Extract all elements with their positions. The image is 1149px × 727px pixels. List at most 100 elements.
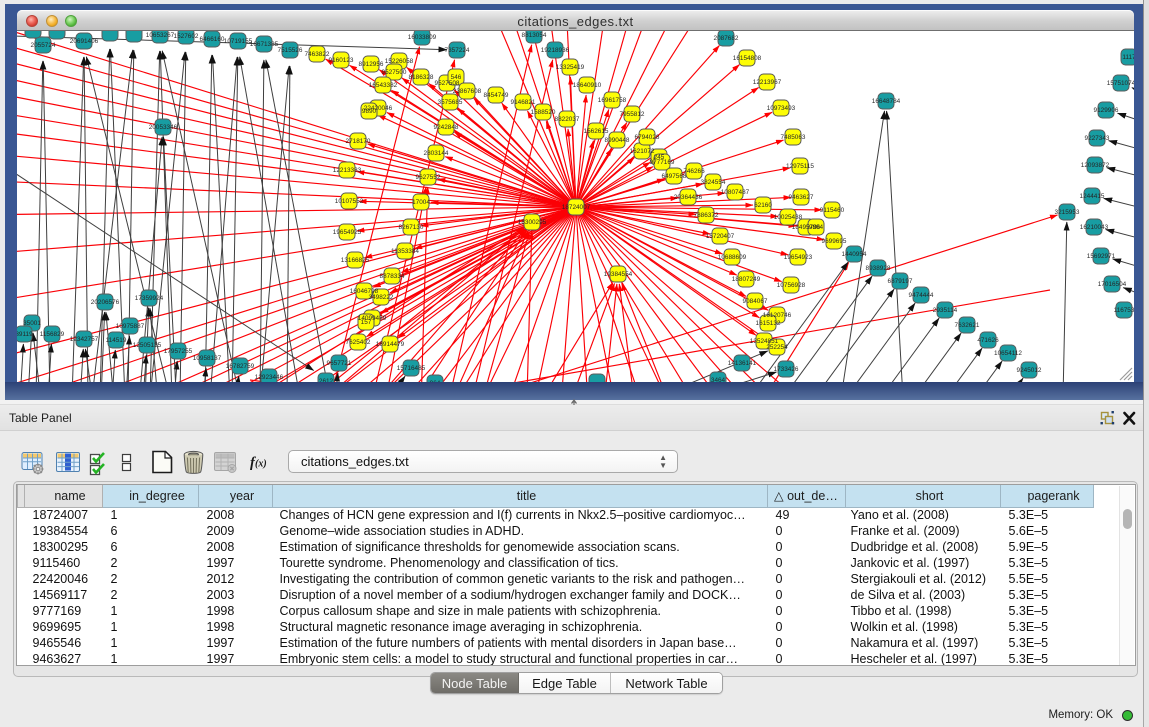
svg-text:19654923: 19654923 (784, 254, 813, 261)
svg-text:23867608: 23867608 (453, 88, 482, 95)
svg-text:9115460: 9115460 (820, 207, 845, 214)
svg-text:2612: 2612 (319, 378, 334, 382)
svg-text:9627552: 9627552 (416, 174, 441, 181)
svg-text:17957255: 17957255 (164, 348, 193, 355)
svg-text:6794028: 6794028 (635, 134, 660, 141)
svg-text:7632621: 7632621 (955, 322, 980, 329)
svg-text:9804: 9804 (809, 224, 824, 231)
svg-text:(x): (x) (255, 459, 267, 470)
svg-text:1440954: 1440954 (842, 251, 867, 258)
svg-text:3215953: 3215953 (1055, 209, 1080, 216)
svg-text:15751074: 15751074 (1107, 80, 1134, 87)
svg-text:16543382: 16543382 (369, 82, 398, 89)
svg-text:10756928: 10756928 (777, 282, 806, 289)
svg-text:10807487: 10807487 (721, 189, 750, 196)
svg-text:9527500: 9527500 (382, 69, 407, 76)
svg-text:3498222: 3498222 (369, 294, 394, 301)
svg-text:9777169: 9777169 (650, 159, 675, 166)
svg-text:7357224: 7357224 (445, 47, 470, 54)
svg-text:8186328: 8186328 (409, 74, 434, 81)
svg-text:18300295: 18300295 (518, 219, 547, 226)
svg-text:10719155: 10719155 (224, 38, 253, 45)
svg-text:12213967: 12213967 (753, 79, 782, 86)
svg-text:3824554: 3824554 (701, 179, 726, 186)
svg-text:1117: 1117 (1122, 54, 1134, 61)
svg-text:17004: 17004 (412, 199, 430, 206)
svg-text:2718170: 2718170 (346, 138, 371, 145)
svg-text:8938928: 8938928 (866, 265, 891, 272)
svg-text:12093872: 12093872 (1081, 162, 1110, 169)
svg-text:252254: 252254 (766, 344, 788, 351)
svg-text:116753: 116753 (1114, 307, 1134, 314)
svg-text:15716485: 15716485 (397, 365, 426, 372)
svg-text:964: 964 (430, 380, 441, 382)
svg-text:20053346: 20053346 (149, 124, 178, 131)
svg-text:35001: 35001 (23, 320, 41, 327)
svg-text:12342757: 12342757 (70, 336, 99, 343)
svg-text:16671385: 16671385 (250, 41, 279, 48)
svg-text:10975887: 10975887 (116, 323, 145, 330)
svg-text:12975115: 12975115 (786, 163, 814, 170)
svg-text:16033809: 16033809 (408, 34, 437, 41)
svg-text:157: 157 (361, 319, 372, 326)
svg-text:746266: 746266 (683, 168, 705, 175)
svg-text:12923446: 12923446 (255, 374, 284, 381)
svg-text:20364436: 20364436 (674, 194, 703, 201)
svg-text:17359924: 17359924 (135, 295, 164, 302)
svg-text:62160: 62160 (754, 202, 772, 209)
svg-text:3464: 3464 (711, 377, 726, 382)
svg-text:16961758: 16961758 (598, 97, 627, 104)
svg-text:13325419: 13325419 (556, 64, 585, 71)
svg-text:10025438: 10025438 (774, 214, 803, 221)
svg-text:2087682: 2087682 (714, 35, 739, 42)
svg-text:7515526: 7515526 (278, 47, 303, 54)
svg-text:1733426: 1733426 (774, 366, 799, 373)
svg-text:9245012: 9245012 (1017, 367, 1042, 374)
svg-text:8878334: 8878334 (380, 273, 405, 280)
svg-text:12213383: 12213383 (333, 167, 362, 174)
svg-text:15720407: 15720407 (706, 233, 735, 240)
svg-text:39119: 39119 (17, 331, 33, 338)
svg-text:10973493: 10973493 (767, 105, 796, 112)
svg-text:9160123: 9160123 (329, 57, 354, 64)
svg-text:16210043: 16210043 (1080, 224, 1109, 231)
svg-text:2935114: 2935114 (933, 307, 958, 314)
svg-text:7955812: 7955812 (620, 111, 645, 118)
svg-text:1615132: 1615132 (756, 320, 781, 327)
svg-text:9084067: 9084067 (743, 298, 768, 305)
svg-text:19654925: 19654925 (333, 229, 362, 236)
svg-text:3575685: 3575685 (438, 99, 463, 106)
svg-text:1588520: 1588520 (531, 109, 556, 116)
svg-text:19384554: 19384554 (604, 271, 633, 278)
svg-text:14136141: 14136141 (728, 360, 757, 367)
svg-text:9527508: 9527508 (435, 80, 460, 87)
svg-text:7485063: 7485063 (781, 134, 806, 141)
svg-text:20206576: 20206576 (91, 299, 120, 306)
svg-text:17016504: 17016504 (1098, 281, 1127, 288)
svg-text:7625402: 7625402 (346, 339, 371, 346)
svg-text:6879197: 6879197 (888, 278, 913, 285)
svg-text:15226058: 15226058 (385, 58, 414, 65)
svg-text:2055724: 2055724 (31, 42, 56, 49)
svg-text:9146821: 9146821 (511, 99, 536, 106)
svg-text:16120746: 16120746 (763, 312, 792, 319)
svg-text:8822037: 8822037 (555, 116, 580, 123)
svg-text:9129906: 9129906 (1094, 107, 1119, 114)
svg-text:11353384: 11353384 (391, 248, 419, 255)
svg-text:1527602: 1527602 (174, 33, 199, 40)
svg-text:13166825: 13166825 (341, 257, 370, 264)
svg-text:15692971: 15692971 (1087, 253, 1116, 260)
svg-text:7463822: 7463822 (305, 51, 330, 58)
svg-text:9227343: 9227343 (1085, 135, 1110, 142)
svg-text:18640910: 18640910 (573, 82, 602, 89)
svg-text:9699695: 9699695 (822, 238, 847, 245)
svg-text:19218936: 19218936 (541, 47, 570, 54)
svg-text:10654112: 10654112 (994, 350, 1022, 357)
svg-text:6466160: 6466160 (200, 36, 225, 43)
svg-text:2803144: 2803144 (424, 150, 449, 157)
svg-text:1156829: 1156829 (40, 331, 65, 338)
svg-text:9657721: 9657721 (327, 360, 352, 367)
svg-text:18724007: 18724007 (562, 204, 591, 211)
svg-text:16154808: 16154808 (733, 55, 762, 62)
svg-text:16914479: 16914479 (376, 341, 405, 348)
